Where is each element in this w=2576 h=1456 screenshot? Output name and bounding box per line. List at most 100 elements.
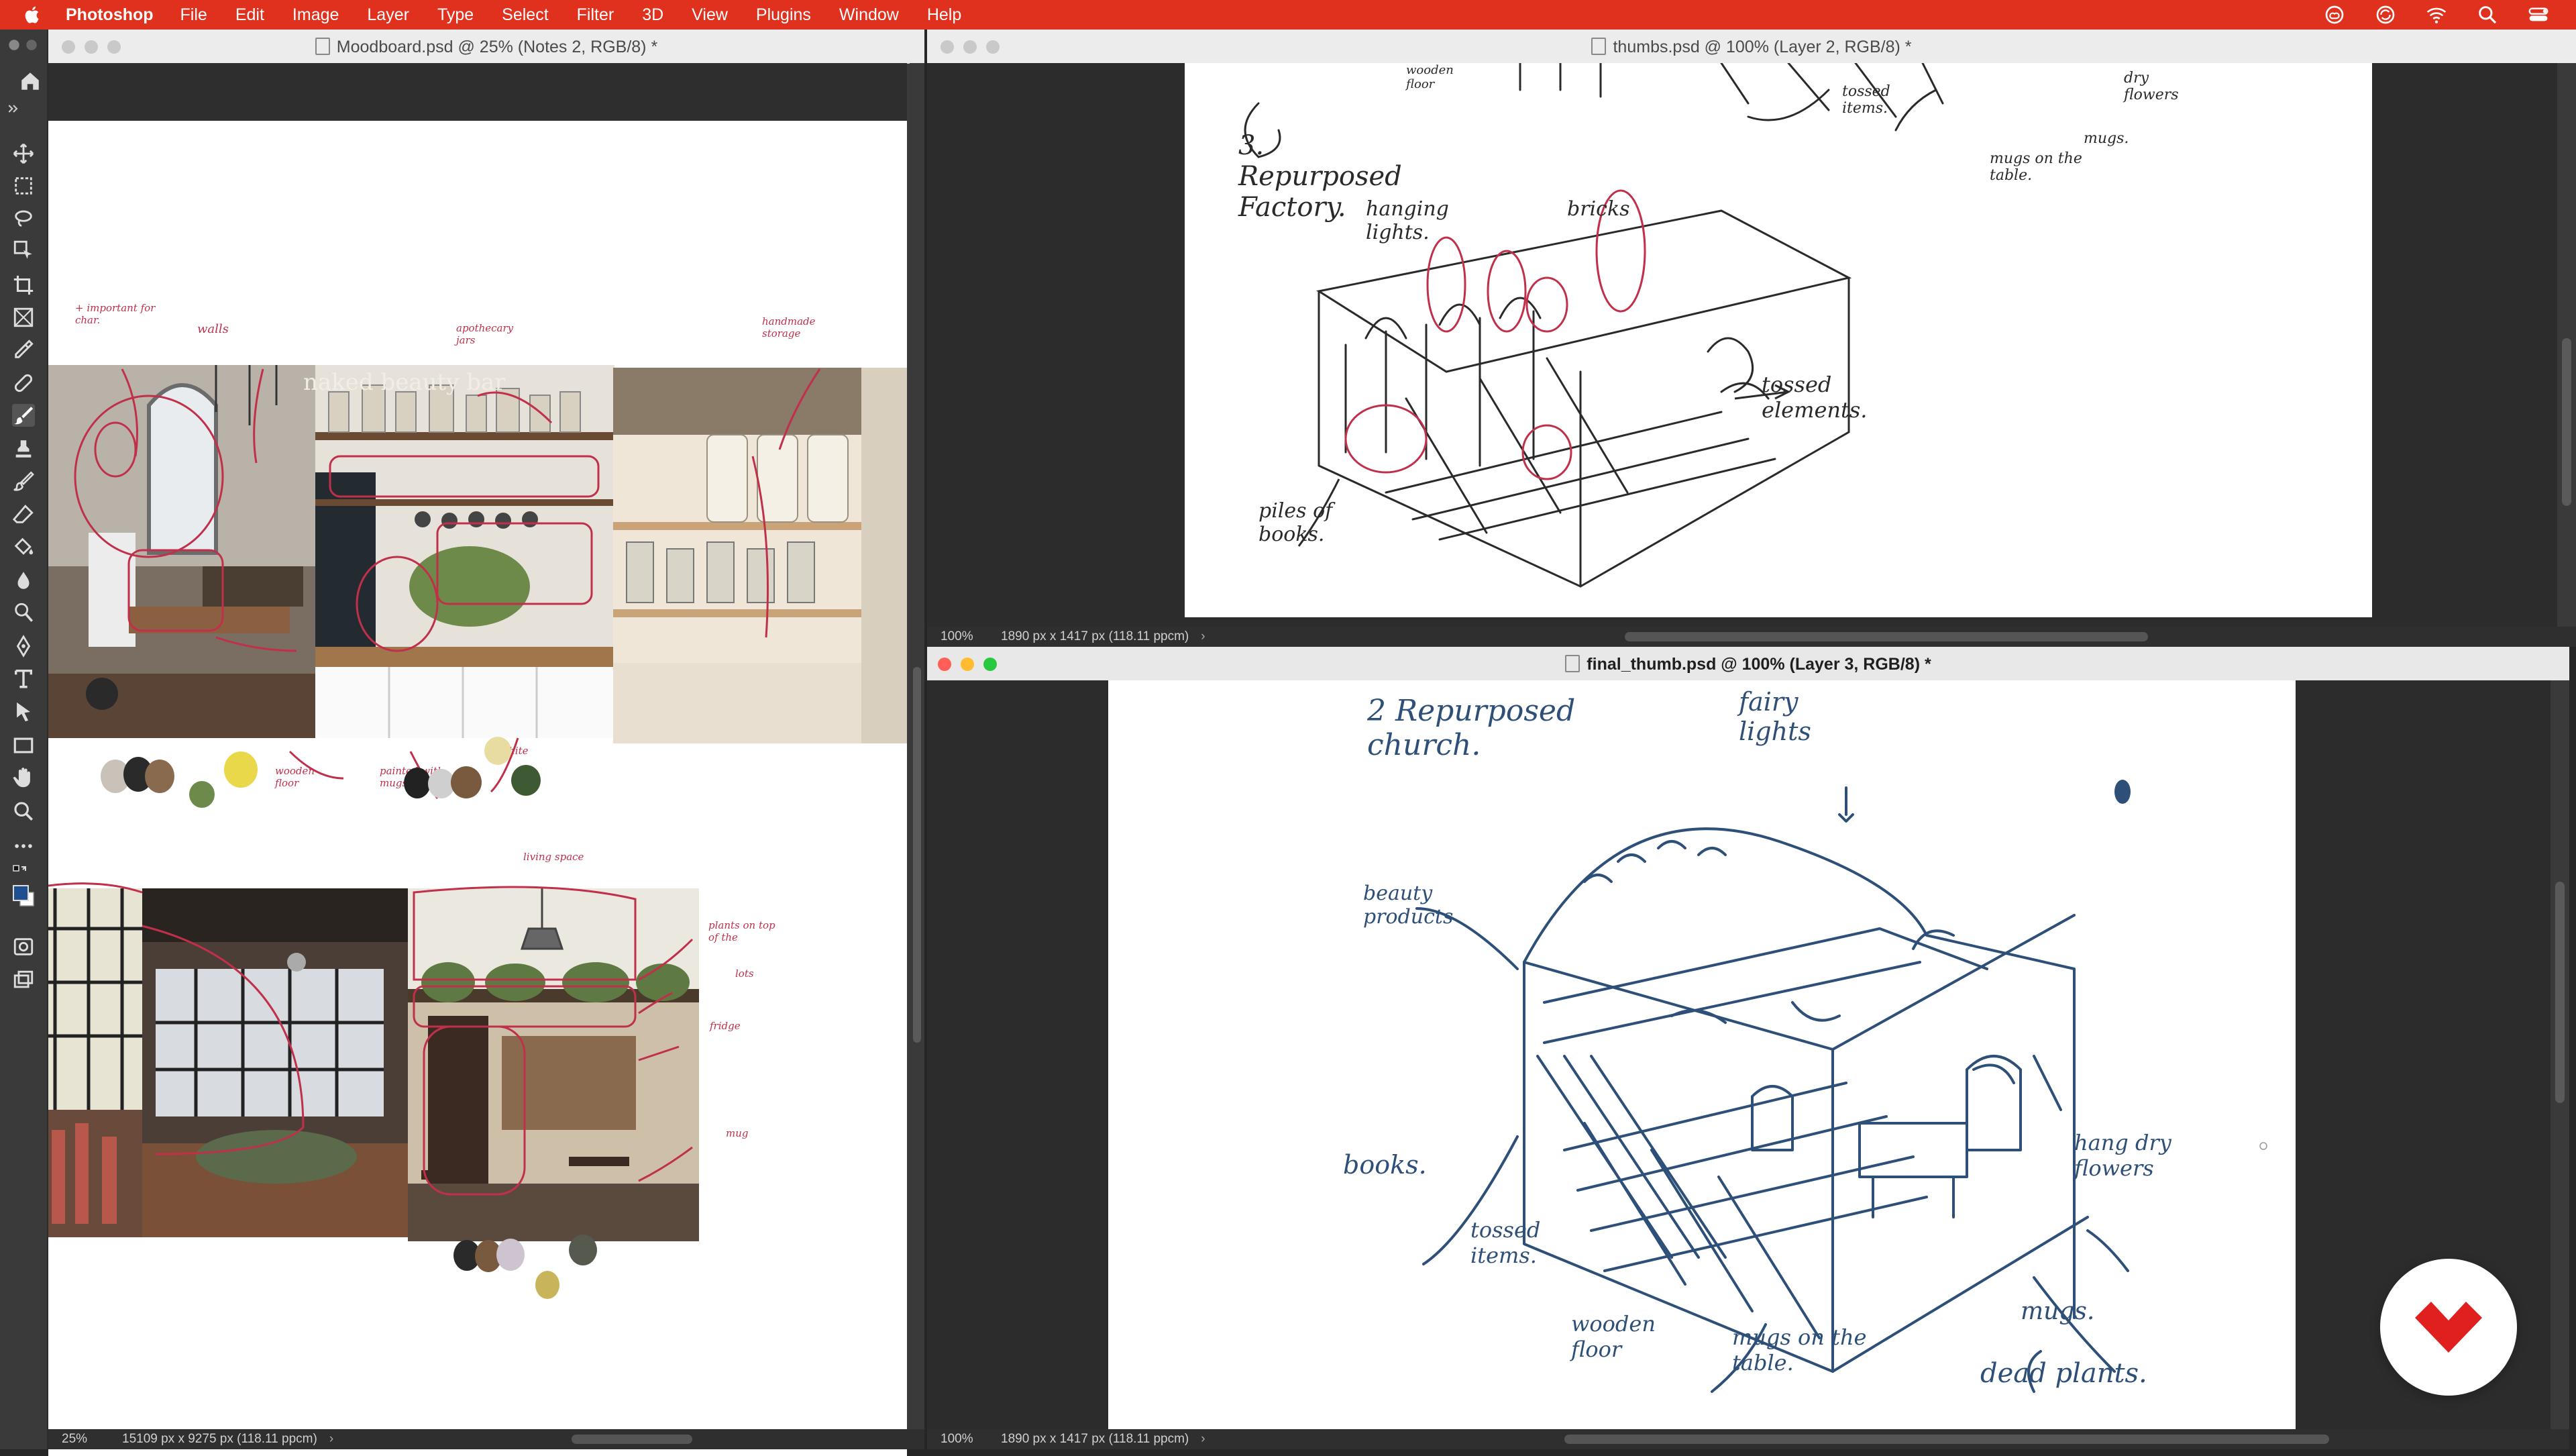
label-tossed-items: tossed items. [1842, 83, 1890, 117]
note-handmade: handmade storage [762, 315, 816, 340]
foreground-color[interactable] [12, 884, 35, 907]
wifi-icon[interactable] [2426, 4, 2447, 25]
photo-beauty-bar [613, 368, 907, 743]
panel-minimize-icon[interactable] [24, 38, 39, 52]
document-icon [1591, 38, 1607, 55]
stamp-icon[interactable] [12, 437, 35, 460]
control-center-icon[interactable] [2528, 4, 2549, 25]
final-thumb-window: final_thumb.psd @ 100% (Layer 3, RGB/8) … [927, 647, 2569, 1449]
photo-cafe-interior [408, 888, 699, 1241]
swatch [535, 1271, 559, 1299]
swatch [511, 765, 541, 796]
quick-mask-icon[interactable] [12, 935, 35, 958]
note-lots: lots [735, 968, 754, 980]
zoom-level[interactable]: 25% [48, 1432, 109, 1447]
menu-file[interactable]: File [180, 5, 207, 25]
blur-icon[interactable] [12, 569, 35, 592]
collapse-icon[interactable] [7, 102, 20, 115]
thumbs-canvas[interactable]: 3. Repurposed Factory. hanging lights. b… [1185, 63, 2372, 617]
paint-bucket-icon[interactable] [12, 535, 35, 558]
menu-type[interactable]: Type [437, 5, 474, 25]
screen-mode-icon[interactable] [12, 969, 35, 992]
apple-icon[interactable] [23, 5, 43, 25]
thumbs-titlebar[interactable]: thumbs.psd @ 100% (Layer 2, RGB/8) * [927, 30, 2576, 64]
document-dimensions: 1890 px x 1417 px (118.11 ppcm) [1001, 1432, 1189, 1446]
horizontal-scroll-thumb[interactable] [1564, 1435, 2329, 1444]
eraser-icon[interactable] [12, 503, 35, 526]
menu-window[interactable]: Window [839, 5, 899, 25]
app-name-menu[interactable]: Photoshop [66, 5, 154, 25]
sync-icon[interactable] [2375, 4, 2396, 25]
photo-apothecary-shelves [315, 365, 614, 738]
hand-icon[interactable] [12, 766, 35, 789]
label-hanging-lights: hanging lights. [1366, 197, 1449, 244]
dodge-icon[interactable] [12, 601, 35, 624]
scroll-thumb[interactable] [2555, 882, 2565, 1103]
swatch [484, 737, 511, 765]
final-thumb-canvas[interactable]: 2 Repurposed church. fairy lights beauty… [1108, 680, 2296, 1429]
history-brush-icon[interactable] [12, 470, 35, 492]
label-tossed-elements: tossed elements. [1762, 372, 1868, 423]
photo-loft-kitchen [48, 365, 317, 738]
swap-colors-icon[interactable] [12, 864, 28, 880]
brush-icon[interactable] [12, 404, 35, 427]
search-icon[interactable] [2477, 4, 2498, 25]
horizontal-scroll-thumb[interactable] [1625, 632, 2148, 641]
thumbs-statusbar: 100% 1890 px x 1417 px (118.11 ppcm) › [927, 627, 2576, 647]
scroll-thumb[interactable] [2562, 338, 2571, 506]
healing-icon[interactable] [12, 372, 35, 395]
swatch [496, 1239, 525, 1271]
swatch [224, 751, 258, 788]
frame-icon[interactable] [12, 306, 35, 329]
moodboard-window: Moodboard.psd @ 25% (Notes 2, RGB/8) * n… [48, 30, 924, 1456]
menu-select[interactable]: Select [502, 5, 548, 25]
rectangle-icon[interactable] [12, 734, 35, 757]
horizontal-scroll-thumb[interactable] [572, 1435, 692, 1444]
move-icon[interactable] [12, 142, 35, 165]
path-select-icon[interactable] [12, 700, 35, 723]
label-tossed-items: tossed items. [1470, 1217, 1541, 1268]
zoom-level[interactable]: 100% [927, 629, 987, 644]
scroll-thumb[interactable] [913, 667, 921, 1043]
swatch [451, 766, 482, 798]
menu-view[interactable]: View [692, 5, 728, 25]
vertical-scrollbar[interactable] [910, 63, 924, 1429]
lasso-icon[interactable] [12, 207, 35, 229]
crop-icon[interactable] [12, 274, 35, 297]
menu-3d[interactable]: 3D [642, 5, 663, 25]
menu-plugins[interactable]: Plugins [756, 5, 811, 25]
panel-close-icon[interactable] [7, 38, 21, 52]
moodboard-canvas[interactable]: naked beauty bar + important for char. w… [48, 121, 907, 1456]
menu-help[interactable]: Help [927, 5, 961, 25]
vertical-scrollbar[interactable] [2557, 63, 2576, 627]
pasteboard [48, 63, 907, 121]
final-thumb-titlebar[interactable]: final_thumb.psd @ 100% (Layer 3, RGB/8) … [927, 647, 2569, 681]
vertical-scrollbar[interactable] [2551, 680, 2569, 1429]
pen-icon[interactable] [12, 635, 35, 658]
menu-edit[interactable]: Edit [235, 5, 264, 25]
brand-logo-button[interactable] [2380, 1259, 2517, 1396]
eyedropper-icon[interactable] [12, 338, 35, 361]
zoom-icon[interactable] [12, 800, 35, 823]
marquee-icon[interactable] [12, 174, 35, 197]
note-wooden-floor: wooden floor [275, 765, 315, 789]
home-icon[interactable] [19, 70, 42, 93]
zoom-level[interactable]: 100% [927, 1432, 987, 1447]
brand-logo-icon [2415, 1302, 2482, 1353]
object-select-icon[interactable] [12, 239, 35, 262]
type-icon[interactable] [12, 667, 35, 690]
moodboard-titlebar[interactable]: Moodboard.psd @ 25% (Notes 2, RGB/8) * [48, 30, 924, 64]
status-menu-arrow[interactable]: › [1201, 629, 1205, 644]
document-icon [1565, 655, 1580, 672]
label-mugs-on-table: mugs on the table. [1732, 1324, 1867, 1375]
status-menu-arrow[interactable]: › [329, 1432, 333, 1447]
note-walls: walls [197, 322, 229, 336]
sign-text: naked beauty bar [303, 369, 506, 396]
final-thumb-title: final_thumb.psd @ 100% (Layer 3, RGB/8) … [1587, 655, 1931, 674]
creative-cloud-icon[interactable] [2324, 4, 2345, 25]
menu-image[interactable]: Image [292, 5, 339, 25]
more-icon[interactable] [12, 835, 35, 857]
menu-filter[interactable]: Filter [577, 5, 614, 25]
status-menu-arrow[interactable]: › [1201, 1432, 1205, 1447]
menu-layer[interactable]: Layer [367, 5, 409, 25]
